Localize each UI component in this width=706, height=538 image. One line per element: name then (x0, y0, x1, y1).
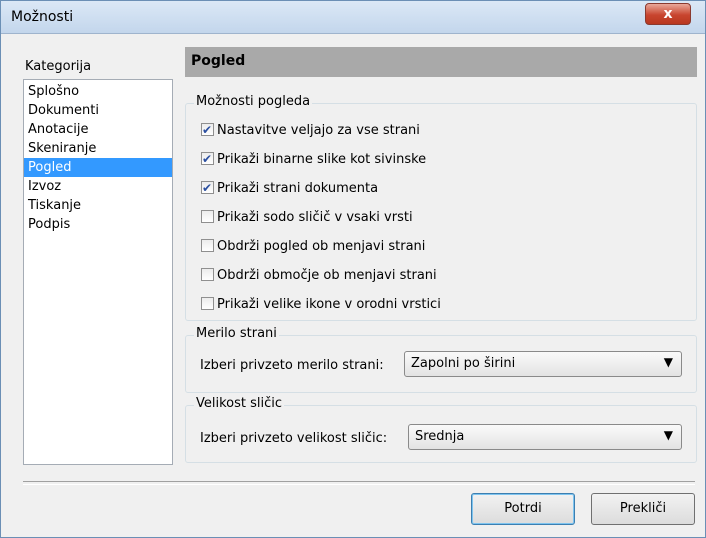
category-item-anotacije[interactable]: Anotacije (24, 120, 172, 139)
checkbox-checked-icon[interactable] (201, 149, 214, 169)
view-options-group: Možnosti pogleda Nastavitve veljajo za v… (185, 94, 697, 321)
option-even-thumbnails[interactable]: Prikaži sodo sličič v vsaki vrsti (201, 208, 413, 228)
option-keep-view[interactable]: Obdrži pogled ob menjavi strani (201, 237, 425, 257)
ok-button[interactable]: Potrdi (471, 493, 575, 525)
category-label: Kategorija (25, 59, 92, 74)
option-large-icons[interactable]: Prikaži velike ikone v orodni vrstici (201, 295, 441, 315)
thumbnail-size-legend: Velikost sličic (194, 396, 285, 411)
close-button[interactable]: x (645, 3, 691, 25)
page-scale-legend: Merilo strani (194, 326, 279, 341)
checkbox-checked-icon[interactable] (201, 178, 214, 198)
cancel-button[interactable]: Prekliči (591, 493, 695, 525)
option-apply-all-pages[interactable]: Nastavitve veljajo za vse strani (201, 120, 420, 141)
page-scale-select[interactable]: Zapolni po širini ▼ (404, 351, 682, 377)
title-bar[interactable]: Možnosti x (1, 1, 705, 34)
thumbnail-size-select[interactable]: Srednja ▼ (408, 424, 682, 450)
category-item-splosno[interactable]: Splošno (24, 82, 172, 101)
category-item-podpis[interactable]: Podpis (24, 215, 172, 234)
close-icon: x (663, 6, 673, 22)
category-item-pogled[interactable]: Pogled (24, 158, 172, 177)
option-label: Prikaži velike ikone v orodni vrstici (217, 297, 441, 312)
checkbox-icon[interactable] (201, 268, 214, 281)
checkbox-icon[interactable] (201, 297, 214, 310)
chevron-down-icon[interactable]: ▼ (664, 428, 673, 442)
checkbox-icon[interactable] (201, 210, 214, 223)
options-dialog: Možnosti x Kategorija Splošno Dokumenti … (0, 0, 706, 538)
category-item-izvoz[interactable]: Izvoz (24, 177, 172, 196)
panel-header: Pogled (185, 47, 697, 77)
chevron-down-icon[interactable]: ▼ (664, 355, 673, 369)
option-label: Obdrži območje ob menjavi strani (217, 268, 437, 283)
option-label: Nastavitve veljajo za vse strani (217, 123, 420, 138)
category-item-dokumenti[interactable]: Dokumenti (24, 101, 172, 120)
thumbnail-size-value: Srednja (415, 429, 465, 444)
category-list[interactable]: Splošno Dokumenti Anotacije Skeniranje P… (23, 79, 173, 465)
option-keep-area[interactable]: Obdrži območje ob menjavi strani (201, 266, 437, 286)
page-scale-label: Izberi privzeto merilo strani: (200, 358, 384, 373)
option-binary-grayscale[interactable]: Prikaži binarne slike kot sivinske (201, 149, 427, 170)
page-scale-value: Zapolni po širini (411, 356, 516, 371)
thumbnail-size-group: Velikost sličic Izberi privzeto velikost… (185, 396, 697, 463)
option-label: Obdrži pogled ob menjavi strani (217, 239, 426, 254)
window-title: Možnosti (11, 9, 74, 25)
option-label: Prikaži strani dokumenta (217, 181, 379, 196)
thumbnail-size-label: Izberi privzeto velikost sličic: (200, 431, 388, 446)
option-label: Prikaži binarne slike kot sivinske (217, 152, 427, 167)
view-options-legend: Možnosti pogleda (194, 94, 313, 109)
panel-title: Pogled (191, 53, 246, 69)
option-label: Prikaži sodo sličič v vsaki vrsti (217, 210, 413, 225)
option-show-document-pages[interactable]: Prikaži strani dokumenta (201, 178, 379, 199)
page-scale-group: Merilo strani Izberi privzeto merilo str… (185, 326, 697, 393)
category-item-tiskanje[interactable]: Tiskanje (24, 196, 172, 215)
divider (23, 481, 695, 485)
category-item-skeniranje[interactable]: Skeniranje (24, 139, 172, 158)
checkbox-icon[interactable] (201, 239, 214, 252)
checkbox-checked-icon[interactable] (201, 120, 214, 140)
